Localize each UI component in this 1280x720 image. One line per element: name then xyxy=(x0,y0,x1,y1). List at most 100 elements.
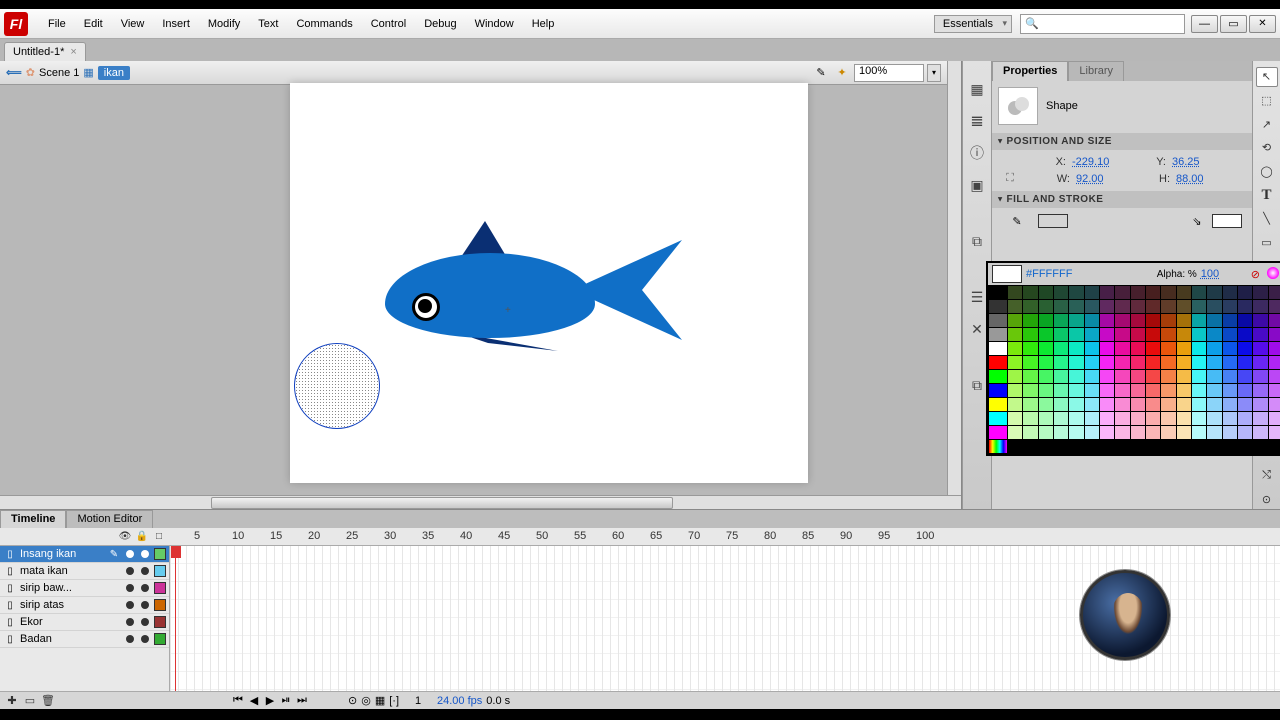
colorpicker-swatch[interactable] xyxy=(1223,398,1237,411)
colorpicker-swatch[interactable] xyxy=(1023,328,1037,341)
colorpicker-swatch[interactable] xyxy=(1238,314,1252,327)
colorpicker-swatch[interactable] xyxy=(1253,412,1267,425)
colorpicker-swatch[interactable] xyxy=(1039,300,1053,313)
colorpicker-swatch[interactable] xyxy=(1238,412,1252,425)
dock-swatches-icon[interactable]: ▣ xyxy=(967,175,987,195)
colorpicker-swatch[interactable] xyxy=(1085,314,1099,327)
layer-name[interactable]: Badan xyxy=(20,633,121,645)
colorpicker-swatch[interactable] xyxy=(1023,412,1037,425)
colorpicker-swatch[interactable] xyxy=(1131,314,1145,327)
colorpicker-swatch[interactable] xyxy=(1100,314,1114,327)
colorpicker-swatch[interactable] xyxy=(1192,440,1206,453)
menu-edit[interactable]: Edit xyxy=(76,14,111,34)
rectangle-tool[interactable]: ▭ xyxy=(1256,233,1278,253)
colorpicker-swatch[interactable] xyxy=(1177,356,1191,369)
colorpicker-swatch[interactable] xyxy=(1253,440,1267,453)
layer-row[interactable]: ▯ Insang ikan ✎ xyxy=(0,546,169,563)
colorpicker-swatch[interactable] xyxy=(1039,314,1053,327)
colorpicker-swatch[interactable] xyxy=(1238,440,1252,453)
colorpicker-swatch[interactable] xyxy=(1054,398,1068,411)
colorpicker-swatch[interactable] xyxy=(1100,384,1114,397)
colorpicker-swatch[interactable] xyxy=(1177,440,1191,453)
colorpicker-swatch[interactable] xyxy=(1223,286,1237,299)
colorpicker-swatch[interactable] xyxy=(1023,300,1037,313)
colorpicker-swatch[interactable] xyxy=(1054,328,1068,341)
no-color-icon[interactable]: ⊘ xyxy=(1251,268,1260,281)
lock-dot[interactable] xyxy=(141,601,149,609)
colorpicker-swatch[interactable] xyxy=(1146,398,1160,411)
colorpicker-swatch[interactable] xyxy=(1253,384,1267,397)
colorpicker-swatch[interactable] xyxy=(1253,328,1267,341)
colorpicker-swatch[interactable] xyxy=(1238,328,1252,341)
lock-dot[interactable] xyxy=(141,584,149,592)
colorpicker-leftcol-swatch[interactable] xyxy=(989,328,1007,341)
colorpicker-swatch[interactable] xyxy=(1192,398,1206,411)
dock-align-icon[interactable]: ▦ xyxy=(967,79,987,99)
colorpicker-swatch[interactable] xyxy=(1023,342,1037,355)
colorpicker-swatch[interactable] xyxy=(1085,286,1099,299)
colorpicker-swatch[interactable] xyxy=(1100,412,1114,425)
window-close-button[interactable]: ✕ xyxy=(1249,15,1276,33)
colorpicker-swatch[interactable] xyxy=(1069,370,1083,383)
colorpicker-swatch[interactable] xyxy=(1054,370,1068,383)
colorpicker-swatch[interactable] xyxy=(1054,314,1068,327)
colorpicker-swatch[interactable] xyxy=(1085,398,1099,411)
zoom-dropdown-icon[interactable]: ▾ xyxy=(927,64,941,82)
x-value[interactable]: -229.10 xyxy=(1072,156,1116,168)
colorpicker-swatch[interactable] xyxy=(1177,328,1191,341)
colorpicker-swatch[interactable] xyxy=(1177,412,1191,425)
colorpicker-swatch[interactable] xyxy=(1008,426,1022,439)
colorpicker-swatch[interactable] xyxy=(1192,426,1206,439)
y-value[interactable]: 36.25 xyxy=(1172,156,1216,168)
colorpicker-swatch[interactable] xyxy=(1146,440,1160,453)
colorpicker-swatch[interactable] xyxy=(1161,328,1175,341)
colorpicker-swatch[interactable] xyxy=(1069,328,1083,341)
colorpicker-swatch[interactable] xyxy=(1131,342,1145,355)
colorpicker-swatch[interactable] xyxy=(1253,300,1267,313)
colorpicker-swatch[interactable] xyxy=(1192,314,1206,327)
colorpicker-leftcol-swatch[interactable] xyxy=(989,426,1007,439)
colorpicker-swatch[interactable] xyxy=(1177,370,1191,383)
colorpicker-swatch[interactable] xyxy=(1023,440,1037,453)
back-arrow-icon[interactable]: ⟸ xyxy=(6,66,22,79)
colorpicker-swatch[interactable] xyxy=(1131,384,1145,397)
colorpicker-swatch[interactable] xyxy=(1223,426,1237,439)
first-frame-button[interactable]: ⏮ xyxy=(230,694,246,707)
free-transform-tool[interactable]: ↗ xyxy=(1256,114,1278,134)
document-tab[interactable]: Untitled-1* × xyxy=(4,42,86,61)
colorpicker-swatch[interactable] xyxy=(1039,398,1053,411)
colorpicker-swatch[interactable] xyxy=(1207,300,1221,313)
layer-color-chip[interactable] xyxy=(154,582,166,594)
colorpicker-swatch[interactable] xyxy=(1146,314,1160,327)
colorpicker-swatch[interactable] xyxy=(1207,356,1221,369)
tab-timeline[interactable]: Timeline xyxy=(0,510,66,528)
colorpicker-swatch[interactable] xyxy=(1131,328,1145,341)
colorpicker-swatch[interactable] xyxy=(1146,412,1160,425)
colorpicker-swatch[interactable] xyxy=(1161,426,1175,439)
stroke-color-swatch[interactable] xyxy=(1038,214,1068,228)
colorpicker-swatch[interactable] xyxy=(1131,356,1145,369)
colorpicker-swatch[interactable] xyxy=(1146,370,1160,383)
colorpicker-swatch[interactable] xyxy=(1023,384,1037,397)
next-frame-button[interactable]: ⏯ xyxy=(278,694,294,707)
fill-color-swatch[interactable] xyxy=(1212,214,1242,228)
colorpicker-swatch[interactable] xyxy=(1115,314,1129,327)
colorpicker-swatch[interactable] xyxy=(1253,286,1267,299)
colorpicker-swatch[interactable] xyxy=(1192,412,1206,425)
colorpicker-swatch[interactable] xyxy=(1131,412,1145,425)
colorpicker-swatch[interactable] xyxy=(1207,342,1221,355)
colorpicker-swatch[interactable] xyxy=(1146,356,1160,369)
colorpicker-leftcol-swatch[interactable] xyxy=(989,356,1007,369)
colorpicker-leftcol-swatch[interactable] xyxy=(989,370,1007,383)
colorpicker-swatch[interactable] xyxy=(1085,370,1099,383)
colorpicker-swatch[interactable] xyxy=(1085,328,1099,341)
colorpicker-swatch[interactable] xyxy=(1023,356,1037,369)
colorpicker-swatch[interactable] xyxy=(1207,440,1221,453)
selection-tool[interactable]: ↖ xyxy=(1256,67,1278,87)
colorpicker-swatch[interactable] xyxy=(1039,328,1053,341)
colorpicker-swatch[interactable] xyxy=(1177,286,1191,299)
layer-color-chip[interactable] xyxy=(154,548,166,560)
colorpicker-swatch[interactable] xyxy=(1223,412,1237,425)
layer-name[interactable]: sirip baw... xyxy=(20,582,121,594)
colorpicker-swatch[interactable] xyxy=(1008,342,1022,355)
